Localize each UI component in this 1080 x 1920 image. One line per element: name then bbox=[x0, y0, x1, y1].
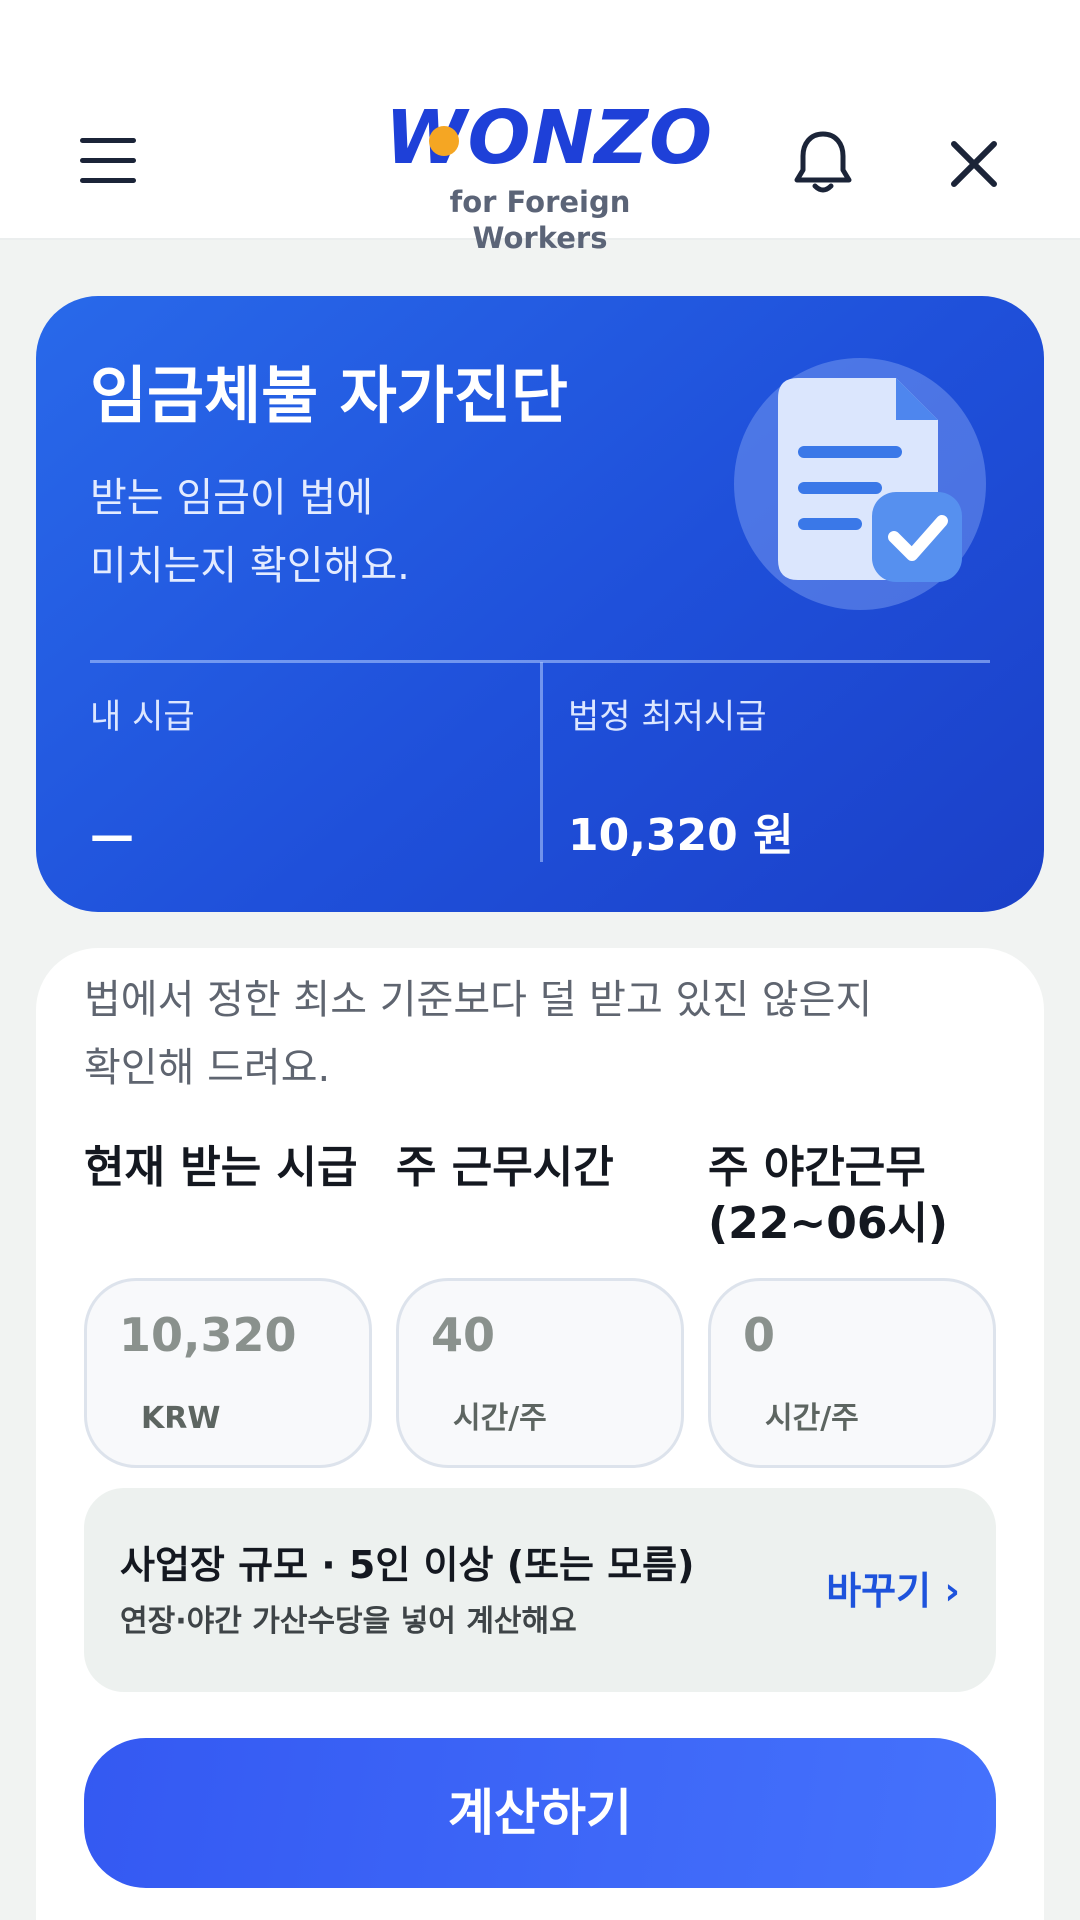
weekly-hours-unit: 시간/주 bbox=[453, 1401, 547, 1436]
hourly-wage-value: 10,320 bbox=[119, 1308, 297, 1362]
wage-check-hero-card: 임금체불 자가진단 받는 임금이 법에 미치는지 확인해요. 내 시급 — 법정… bbox=[36, 296, 1044, 912]
hero-description: 받는 임금이 법에 미치는지 확인해요. bbox=[90, 464, 650, 600]
hero-vertical-divider bbox=[540, 662, 543, 862]
business-size-panel: 사업장 규모 · 5인 이상 (또는 모름) 연장·야간 가산수당을 넣어 계산… bbox=[84, 1488, 996, 1692]
app-header: WONZO for Foreign Workers bbox=[0, 0, 1080, 255]
document-check-icon bbox=[732, 356, 988, 612]
night-hours-unit: 시간/주 bbox=[765, 1401, 859, 1436]
hero-title: 임금체불 자가진단 bbox=[90, 359, 568, 432]
field-label-line: 주 근무시간 bbox=[396, 1142, 614, 1193]
field-label-line: 주 야간근무 bbox=[708, 1142, 926, 1193]
logo-dot bbox=[429, 126, 459, 156]
form-intro-line: 법에서 정한 최소 기준보다 덜 받고 있진 않은지 bbox=[84, 977, 873, 1023]
weekly-hours-value: 40 bbox=[431, 1308, 496, 1362]
logo-subtitle: for Foreign Workers bbox=[449, 185, 631, 255]
field-label-line: 현재 받는 시급 bbox=[84, 1142, 358, 1193]
change-business-size-button[interactable]: 바꾸기 › bbox=[826, 1566, 960, 1616]
close-icon[interactable] bbox=[948, 138, 1000, 190]
form-intro-line: 확인해 드려요. bbox=[84, 1045, 331, 1091]
weekly-hours-label: 주 근무시간 bbox=[396, 1140, 686, 1196]
business-size-title: 사업장 규모 · 5인 이상 (또는 모름) bbox=[120, 1543, 695, 1587]
hourly-wage-input[interactable]: 10,320 KRW bbox=[84, 1278, 372, 1468]
calculate-button[interactable]: 계산하기 bbox=[84, 1738, 996, 1888]
hero-description-line: 미치는지 확인해요. bbox=[90, 543, 410, 589]
night-hours-value: 0 bbox=[743, 1308, 776, 1362]
wage-form-card: 법에서 정한 최소 기준보다 덜 받고 있진 않은지 확인해 드려요. 현재 받… bbox=[36, 948, 1044, 1920]
night-hours-label: 주 야간근무 (22~06시) bbox=[708, 1140, 998, 1252]
min-wage-label: 법정 최저시급 bbox=[568, 697, 767, 737]
app-logo: WONZO for Foreign Workers bbox=[385, 98, 712, 255]
weekly-hours-input[interactable]: 40 시간/주 bbox=[396, 1278, 684, 1468]
hero-description-line: 받는 임금이 법에 bbox=[90, 475, 374, 521]
hamburger-menu-icon[interactable] bbox=[80, 138, 136, 184]
hourly-wage-unit: KRW bbox=[141, 1401, 221, 1436]
night-hours-input[interactable]: 0 시간/주 bbox=[708, 1278, 996, 1468]
my-wage-value: — bbox=[90, 810, 134, 861]
business-size-subtitle: 연장·야간 가산수당을 넣어 계산해요 bbox=[120, 1604, 577, 1639]
form-intro: 법에서 정한 최소 기준보다 덜 받고 있진 않은지 확인해 드려요. bbox=[84, 966, 964, 1102]
field-label-line: (22~06시) bbox=[708, 1198, 949, 1249]
hourly-wage-label: 현재 받는 시급 bbox=[84, 1140, 374, 1196]
my-wage-label: 내 시급 bbox=[90, 697, 195, 737]
min-wage-value: 10,320 원 bbox=[568, 810, 794, 861]
bell-icon[interactable] bbox=[792, 128, 854, 196]
